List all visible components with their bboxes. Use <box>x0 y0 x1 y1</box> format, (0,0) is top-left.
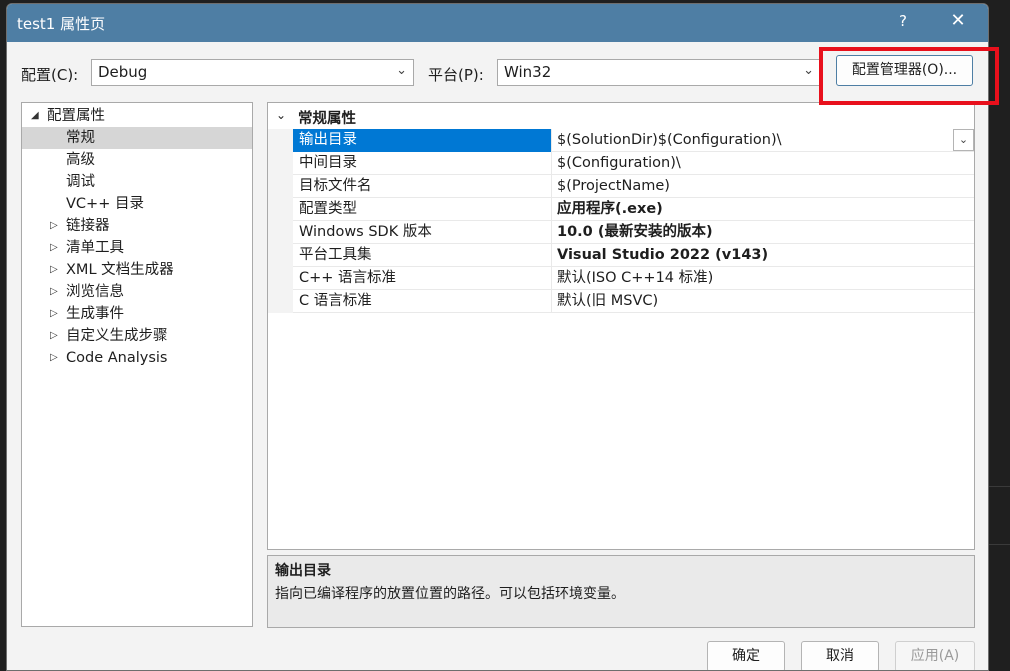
tree-item-label: 生成事件 <box>66 306 124 322</box>
tree-item-label: 链接器 <box>66 218 110 234</box>
tree-item-label: XML 文档生成器 <box>66 262 174 278</box>
collapsed-triangle-icon[interactable]: ▷ <box>50 325 58 347</box>
property-value[interactable]: 应用程序(.exe) <box>552 198 974 221</box>
divider <box>989 486 1010 487</box>
row-gutter <box>268 221 293 244</box>
property-value[interactable]: 默认(ISO C++14 标准) <box>552 267 974 290</box>
property-pages-dialog: test1 属性页 ? ✕ 配置(C): Debug ⌄ 平台(P): Win3… <box>6 3 989 671</box>
tree-item[interactable]: VC++ 目录 <box>22 193 252 215</box>
chevron-down-icon[interactable]: ⌄ <box>953 129 974 151</box>
title-bar: test1 属性页 ? ✕ <box>7 4 988 42</box>
row-gutter <box>268 290 293 313</box>
row-gutter <box>268 152 293 175</box>
property-row[interactable]: 输出目录 $(SolutionDir)$(Configuration)\ ⌄ <box>268 129 974 152</box>
platform-combo-value: Win32 <box>504 63 552 81</box>
property-name[interactable]: 目标文件名 <box>293 175 552 198</box>
row-gutter <box>268 175 293 198</box>
tree-item[interactable]: ▷ 自定义生成步骤 <box>22 325 252 347</box>
config-label: 配置(C): <box>21 66 79 84</box>
property-row[interactable]: C++ 语言标准 默认(ISO C++14 标准) <box>268 267 974 290</box>
collapsed-triangle-icon[interactable]: ▷ <box>50 303 58 325</box>
category-label: 常规属性 <box>298 111 356 127</box>
property-name[interactable]: 输出目录 <box>293 129 552 152</box>
tree-item[interactable]: 常规 <box>22 127 252 149</box>
property-row[interactable]: 配置类型 应用程序(.exe) <box>268 198 974 221</box>
tree-item[interactable]: ▷ 链接器 <box>22 215 252 237</box>
property-row[interactable]: 中间目录 $(Configuration)\ <box>268 152 974 175</box>
row-gutter <box>268 198 293 221</box>
collapsed-triangle-icon[interactable]: ▷ <box>50 237 58 259</box>
ok-button[interactable]: 确定 <box>707 641 785 670</box>
property-name[interactable]: C 语言标准 <box>293 290 552 313</box>
platform-combo[interactable]: Win32 ⌄ <box>497 59 821 86</box>
property-value[interactable]: 10.0 (最新安装的版本) <box>552 221 974 244</box>
property-row[interactable]: 目标文件名 $(ProjectName) <box>268 175 974 198</box>
tree-root-label: 配置属性 <box>47 108 105 124</box>
property-name[interactable]: 中间目录 <box>293 152 552 175</box>
chevron-down-icon: ⌄ <box>803 63 814 78</box>
tree-item-label: 清单工具 <box>66 240 124 256</box>
tree-item-label: 常规 <box>66 130 95 146</box>
tree-item-label: Code Analysis <box>66 350 168 366</box>
property-value[interactable]: $(Configuration)\ <box>552 152 974 175</box>
tree-item-label: 调试 <box>66 174 95 190</box>
tree-item[interactable]: ▷ 浏览信息 <box>22 281 252 303</box>
close-button[interactable]: ✕ <box>948 10 968 31</box>
property-name[interactable]: C++ 语言标准 <box>293 267 552 290</box>
property-row[interactable]: Windows SDK 版本 10.0 (最新安装的版本) <box>268 221 974 244</box>
config-combo[interactable]: Debug ⌄ <box>91 59 414 86</box>
row-gutter <box>268 244 293 267</box>
collapsed-triangle-icon[interactable]: ▷ <box>50 215 58 237</box>
expanded-triangle-icon: ◢ <box>31 110 39 121</box>
tree-item[interactable]: 高级 <box>22 149 252 171</box>
row-gutter <box>268 129 293 152</box>
property-value[interactable]: $(ProjectName) <box>552 175 974 198</box>
config-combo-value: Debug <box>98 63 148 81</box>
property-value[interactable]: $(SolutionDir)$(Configuration)\ <box>552 129 974 152</box>
description-title: 输出目录 <box>275 563 331 579</box>
description-text: 指向已编译程序的放置位置的路径。可以包括环境变量。 <box>275 586 625 602</box>
tree-item-label: 自定义生成步骤 <box>66 328 168 344</box>
cancel-button[interactable]: 取消 <box>801 641 879 670</box>
tree-item-label: 浏览信息 <box>66 284 124 300</box>
tree-item[interactable]: ▷ 清单工具 <box>22 237 252 259</box>
collapsed-triangle-icon[interactable]: ▷ <box>50 347 58 369</box>
apply-button[interactable]: 应用(A) <box>895 641 975 670</box>
property-row[interactable]: C 语言标准 默认(旧 MSVC) <box>268 290 974 313</box>
tree-item[interactable]: ▷ 生成事件 <box>22 303 252 325</box>
description-panel: 输出目录 指向已编译程序的放置位置的路径。可以包括环境变量。 <box>267 555 975 628</box>
tree-item-label: VC++ 目录 <box>66 196 144 212</box>
window-title: test1 属性页 <box>17 15 106 33</box>
category-tree[interactable]: ◢ 配置属性 常规 高级 调试 VC++ 目录 ▷ 链接器 ▷ 清单工具 ▷ XML 文档生成器 ▷… <box>21 102 253 627</box>
property-grid[interactable]: ⌄ 常规属性 输出目录 $(SolutionDir)$(Configuration… <box>267 102 975 550</box>
config-manager-button[interactable]: 配置管理器(O)... <box>836 55 973 86</box>
property-value[interactable]: 默认(旧 MSVC) <box>552 290 974 313</box>
divider <box>989 544 1010 545</box>
help-button[interactable]: ? <box>895 12 911 30</box>
property-name[interactable]: 平台工具集 <box>293 244 552 267</box>
collapsed-triangle-icon[interactable]: ▷ <box>50 259 58 281</box>
property-name[interactable]: 配置类型 <box>293 198 552 221</box>
property-name[interactable]: Windows SDK 版本 <box>293 221 552 244</box>
collapsed-triangle-icon[interactable]: ▷ <box>50 281 58 303</box>
category-header[interactable]: ⌄ 常规属性 <box>268 105 974 127</box>
background-right <box>989 0 1010 671</box>
property-row[interactable]: 平台工具集 Visual Studio 2022 (v143) <box>268 244 974 267</box>
tree-item[interactable]: ▷ XML 文档生成器 <box>22 259 252 281</box>
tree-item[interactable]: ▷ Code Analysis <box>22 347 252 369</box>
platform-label: 平台(P): <box>428 66 484 84</box>
tree-item[interactable]: 调试 <box>22 171 252 193</box>
row-gutter <box>268 267 293 290</box>
property-value[interactable]: Visual Studio 2022 (v143) <box>552 244 974 267</box>
chevron-down-icon: ⌄ <box>396 63 407 78</box>
tree-item-label: 高级 <box>66 152 95 168</box>
chevron-down-icon: ⌄ <box>276 108 287 122</box>
tree-root[interactable]: ◢ 配置属性 <box>22 105 252 127</box>
